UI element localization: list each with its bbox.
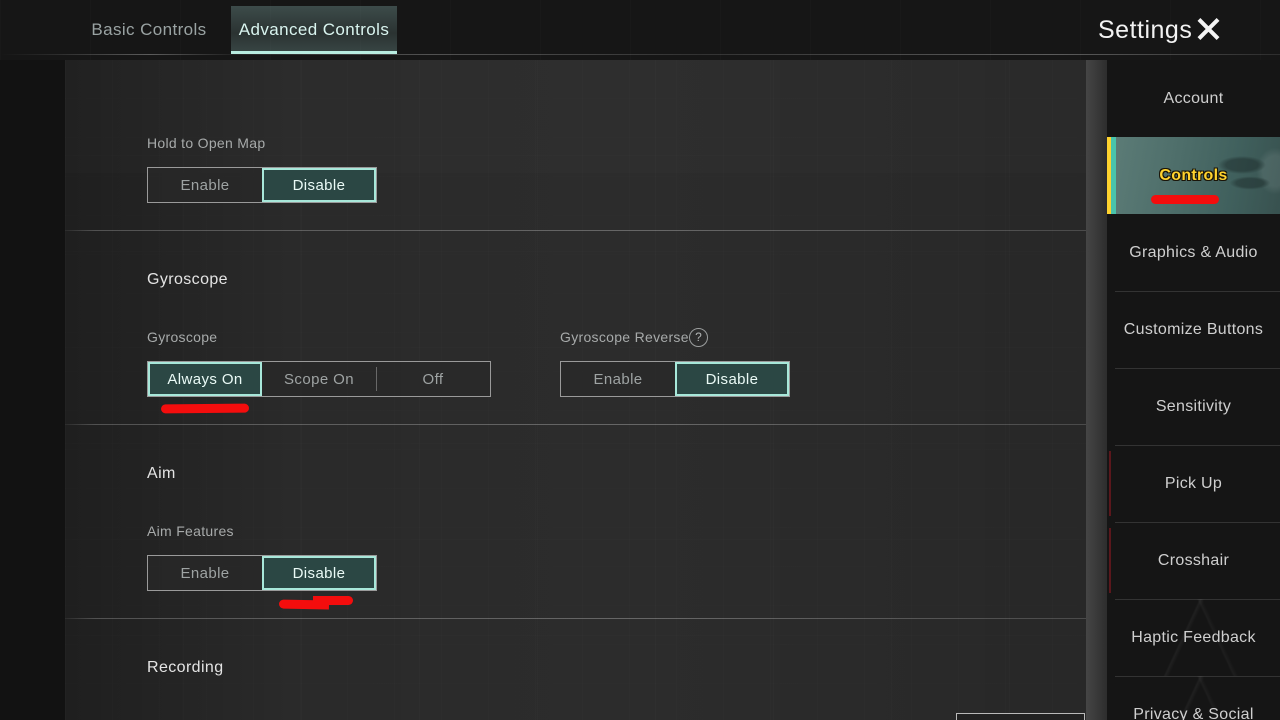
- help-question-glyph: ?: [695, 330, 702, 344]
- section-bg: [65, 60, 1086, 173]
- option-gyroscope-scope-on[interactable]: Scope On: [262, 362, 376, 396]
- option-aim-features-enable[interactable]: Enable: [148, 556, 262, 590]
- tab-basic-controls[interactable]: Basic Controls: [78, 6, 220, 54]
- page-title: Settings: [1098, 16, 1193, 44]
- option-hold-map-disable[interactable]: Disable: [262, 168, 376, 202]
- sidebar-item-account[interactable]: Account: [1107, 60, 1280, 137]
- divider-2: [65, 424, 1086, 425]
- sidebar-item-label: Account: [1163, 89, 1224, 107]
- segmented-aim-features[interactable]: Enable Disable: [147, 555, 377, 591]
- sidebar-separator: [1115, 368, 1280, 369]
- section-hold-to-open-map: [65, 60, 1086, 173]
- sidebar-item-label: Crosshair: [1157, 551, 1230, 569]
- tab-advanced-controls[interactable]: Advanced Controls: [231, 6, 397, 54]
- sidebar-item-graphics-audio[interactable]: Graphics & Audio: [1107, 214, 1280, 291]
- section-title-gyroscope: Gyroscope: [147, 271, 228, 288]
- scrollbar-shading: [1086, 60, 1107, 720]
- sidebar-item-sensitivity[interactable]: Sensitivity: [1107, 368, 1280, 445]
- help-question-icon[interactable]: ?: [689, 328, 708, 347]
- sidebar-separator: [1115, 445, 1280, 446]
- annotation-mark-aim-b: [313, 596, 353, 605]
- sidebar-item-label: Pick Up: [1164, 474, 1223, 492]
- top-bar: Basic Controls Advanced Controls Setting…: [0, 0, 1280, 60]
- bottom-action-bar: Upload to Cloud: [65, 620, 1086, 720]
- section-title-aim: Aim: [147, 465, 176, 482]
- sidebar-item-haptic-feedback[interactable]: Haptic Feedback: [1107, 599, 1280, 676]
- segmented-hold-to-open-map[interactable]: Enable Disable: [147, 167, 377, 203]
- option-gyroscope-off[interactable]: Off: [376, 362, 490, 396]
- content-scrollbar[interactable]: [1086, 60, 1107, 720]
- sidebar-edge-highlight: [1109, 451, 1111, 516]
- segmented-gyroscope[interactable]: Always On Scope On Off: [147, 361, 491, 397]
- top-bar-divider: [0, 54, 1280, 55]
- close-icon[interactable]: [1193, 14, 1223, 44]
- sidebar-item-label: Graphics & Audio: [1129, 243, 1258, 261]
- sidebar-separator: [1115, 522, 1280, 523]
- sidebar-selected-accent-bar-teal: [1111, 137, 1116, 214]
- label-gyroscope: Gyroscope: [147, 329, 218, 345]
- label-aim-features: Aim Features: [147, 523, 234, 539]
- label-gyroscope-reverse: Gyroscope Reverse: [560, 329, 689, 345]
- sidebar-item-customize-buttons[interactable]: Customize Buttons: [1107, 291, 1280, 368]
- upload-to-cloud-button[interactable]: Upload to Cloud: [956, 713, 1085, 720]
- settings-sidebar: Account Controls Graphics & Audio Custom…: [1107, 60, 1280, 720]
- option-aim-features-disable[interactable]: Disable: [262, 556, 376, 590]
- settings-content: Hold to Open Map Enable Disable Gyroscop…: [0, 60, 1086, 720]
- sidebar-item-controls[interactable]: Controls: [1107, 137, 1280, 214]
- divider-3: [65, 618, 1086, 619]
- sidebar-item-texture: [1107, 599, 1280, 676]
- sidebar-item-texture: [1107, 676, 1280, 720]
- sidebar-item-label: Sensitivity: [1155, 397, 1232, 415]
- settings-screen: Basic Controls Advanced Controls Setting…: [0, 0, 1280, 720]
- sidebar-separator: [1115, 291, 1280, 292]
- sidebar-item-pick-up[interactable]: Pick Up: [1107, 445, 1280, 522]
- sidebar-item-privacy-social[interactable]: Privacy & Social: [1107, 676, 1280, 720]
- option-hold-map-enable[interactable]: Enable: [148, 168, 262, 202]
- annotation-mark-controls: [1151, 195, 1219, 204]
- option-gyroscope-always-on[interactable]: Always On: [148, 362, 262, 396]
- sidebar-item-label: Customize Buttons: [1123, 320, 1264, 338]
- annotation-mark-gyroscope: [160, 403, 250, 414]
- option-gyro-reverse-disable[interactable]: Disable: [675, 362, 789, 396]
- option-gyro-reverse-enable[interactable]: Enable: [561, 362, 675, 396]
- content-left-gutter: [0, 60, 65, 720]
- sidebar-edge-highlight: [1109, 528, 1111, 593]
- sidebar-item-crosshair[interactable]: Crosshair: [1107, 522, 1280, 599]
- segmented-gyroscope-reverse[interactable]: Enable Disable: [560, 361, 790, 397]
- sidebar-item-label: Controls: [1159, 166, 1228, 184]
- divider-1: [65, 230, 1086, 231]
- label-hold-to-open-map: Hold to Open Map: [147, 135, 266, 151]
